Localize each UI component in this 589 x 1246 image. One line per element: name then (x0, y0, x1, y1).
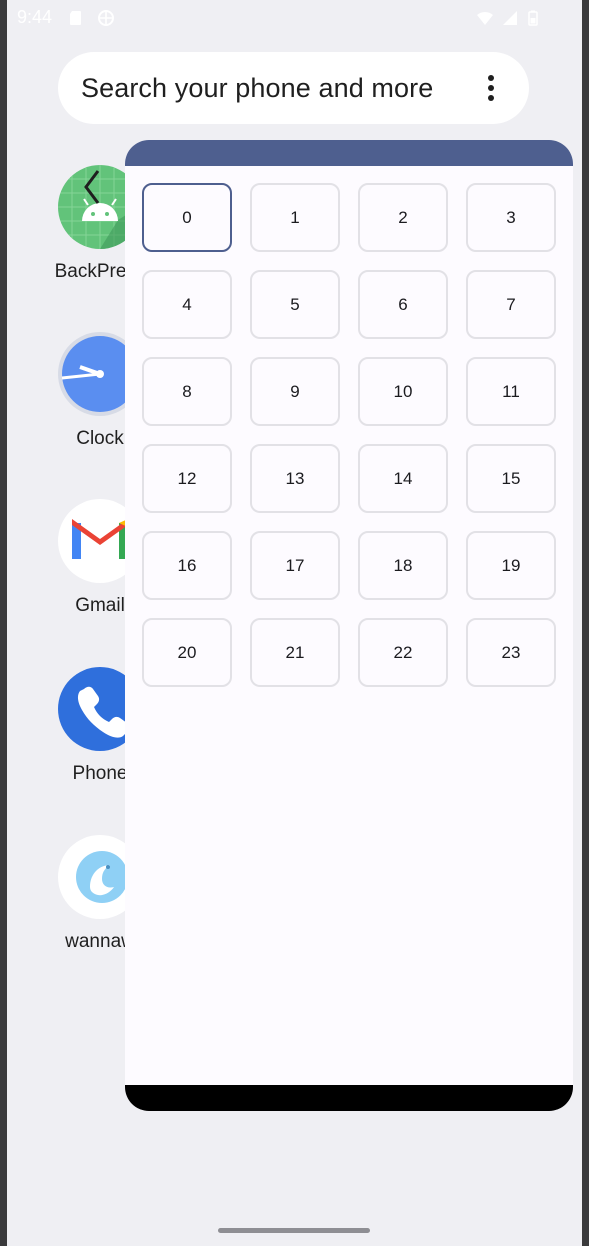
number-picker-panel: 0 1 2 3 4 5 6 7 8 9 10 11 12 13 14 15 16 17 18 19 20 21 22 23 (125, 140, 573, 1111)
app-label-clock: Clock (76, 428, 124, 449)
app-label-phone: Phone (72, 763, 128, 784)
number-cell-20[interactable]: 20 (142, 618, 232, 687)
gesture-nav-handle[interactable] (218, 1228, 370, 1233)
number-cell-18[interactable]: 18 (358, 531, 448, 600)
app-label-gmail: Gmail (75, 595, 125, 616)
home-screen: 9:44 Search your phone and more BackPres… (7, 0, 582, 1246)
number-cell-21[interactable]: 21 (250, 618, 340, 687)
vpn-icon (98, 10, 114, 26)
number-cell-13[interactable]: 13 (250, 444, 340, 513)
number-grid: 0 1 2 3 4 5 6 7 8 9 10 11 12 13 14 15 16 17 18 19 20 21 22 23 (142, 183, 556, 687)
battery-icon (528, 10, 538, 26)
number-cell-7[interactable]: 7 (466, 270, 556, 339)
number-cell-1[interactable]: 1 (250, 183, 340, 252)
number-cell-2[interactable]: 2 (358, 183, 448, 252)
number-cell-22[interactable]: 22 (358, 618, 448, 687)
sd-card-icon (70, 11, 81, 25)
number-cell-19[interactable]: 19 (466, 531, 556, 600)
number-cell-5[interactable]: 5 (250, 270, 340, 339)
number-cell-9[interactable]: 9 (250, 357, 340, 426)
number-cell-15[interactable]: 15 (466, 444, 556, 513)
number-cell-8[interactable]: 8 (142, 357, 232, 426)
number-cell-14[interactable]: 14 (358, 444, 448, 513)
panel-footer (125, 1085, 573, 1111)
search-placeholder: Search your phone and more (81, 72, 434, 103)
number-cell-6[interactable]: 6 (358, 270, 448, 339)
number-cell-10[interactable]: 10 (358, 357, 448, 426)
wifi-icon (477, 11, 493, 25)
signal-icon (503, 11, 517, 25)
number-cell-0[interactable]: 0 (142, 183, 232, 252)
number-cell-17[interactable]: 17 (250, 531, 340, 600)
more-vert-icon[interactable] (487, 75, 495, 101)
number-cell-11[interactable]: 11 (466, 357, 556, 426)
number-cell-12[interactable]: 12 (142, 444, 232, 513)
status-bar: 9:44 (7, 0, 582, 36)
panel-header (125, 140, 573, 166)
search-bar[interactable]: Search your phone and more (58, 52, 529, 124)
number-cell-3[interactable]: 3 (466, 183, 556, 252)
status-time: 9:44 (17, 7, 53, 27)
number-cell-23[interactable]: 23 (466, 618, 556, 687)
number-cell-4[interactable]: 4 (142, 270, 232, 339)
number-cell-16[interactable]: 16 (142, 531, 232, 600)
